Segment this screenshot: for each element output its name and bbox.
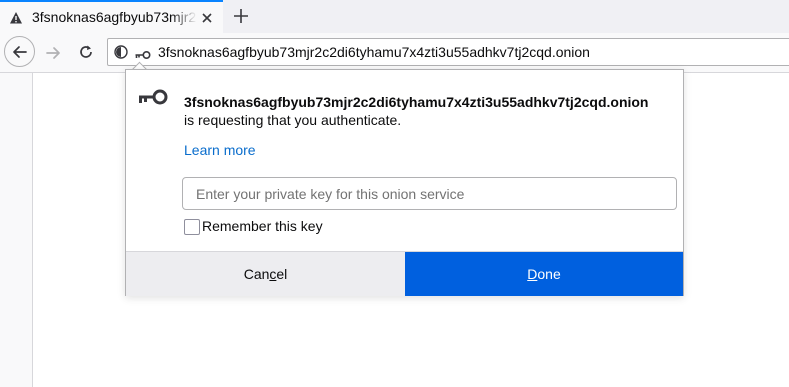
sidebar-gutter — [0, 73, 33, 387]
key-icon[interactable] — [134, 47, 152, 65]
remember-key-label[interactable]: Remember this key — [202, 218, 323, 234]
onion-auth-popup: 3fsnoknas6agfbyub73mjr2c2di6tyhamu7x4zti… — [125, 69, 684, 296]
warning-icon — [9, 11, 23, 25]
cancel-button[interactable]: Can c el — [126, 252, 405, 296]
url-bar[interactable]: 3fsnoknas6agfbyub73mjr2c2di6tyhamu7x4zti… — [107, 38, 789, 66]
back-arrow-icon — [13, 46, 27, 58]
navigation-toolbar: 3fsnoknas6agfbyub73mjr2c2di6tyhamu7x4zti… — [0, 33, 789, 73]
remember-key-checkbox[interactable] — [184, 219, 200, 235]
tab-strip: 3fsnoknas6agfbyub73mjr2c2di6tyhamu7x4zti… — [0, 0, 789, 33]
learn-more-link[interactable]: Learn more — [184, 142, 256, 158]
key-icon — [137, 88, 169, 111]
done-accesskey: D — [527, 266, 538, 282]
onion-hostname: 3fsnoknas6agfbyub73mjr2c2di6tyhamu7x4zti… — [184, 94, 649, 110]
reload-icon — [80, 45, 92, 58]
popup-footer: Can c el Done — [126, 251, 683, 296]
back-button[interactable] — [4, 36, 35, 67]
forward-button[interactable] — [44, 44, 62, 67]
tab-onion-site[interactable]: 3fsnoknas6agfbyub73mjr2c2di6tyhamu7x4zti… — [0, 0, 223, 33]
request-message: is requesting that you authenticate. — [184, 112, 402, 128]
onion-info-icon[interactable] — [114, 45, 128, 64]
private-key-input[interactable] — [182, 177, 677, 210]
close-icon[interactable] — [199, 10, 215, 26]
tab-title: 3fsnoknas6agfbyub73mjr2c2di6tyhamu7x4zti… — [32, 9, 197, 25]
url-text: 3fsnoknas6agfbyub73mjr2c2di6tyhamu7x4zti… — [158, 44, 590, 60]
forward-arrow-icon — [46, 47, 60, 59]
done-button[interactable]: Done — [405, 252, 683, 296]
cancel-accesskey: c — [269, 266, 277, 282]
plus-icon[interactable] — [231, 6, 251, 26]
reload-button[interactable] — [77, 43, 95, 66]
